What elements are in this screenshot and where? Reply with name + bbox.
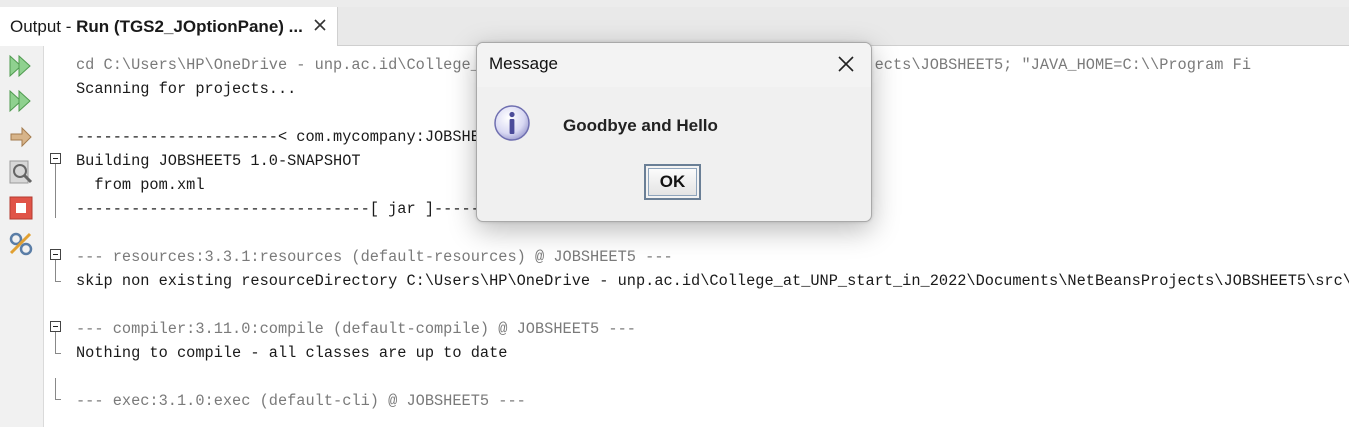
dialog-title: Message [489, 54, 558, 73]
ok-button[interactable]: OK [644, 164, 701, 200]
fold-guide-end [55, 353, 61, 354]
fold-guide [55, 378, 56, 399]
console-line: from pom.xml [76, 176, 205, 194]
console-line: --- resources:3.3.1:resources (default-r… [76, 248, 673, 266]
ok-button-label: OK [648, 168, 697, 196]
close-tab-icon[interactable] [311, 16, 329, 34]
console-line: Building JOBSHEET5 1.0-SNAPSHOT [76, 152, 361, 170]
rerun-icon[interactable] [7, 52, 35, 80]
find-icon[interactable] [7, 158, 35, 186]
console-line: --- compiler:3.11.0:compile (default-com… [76, 320, 636, 338]
fold-guide [55, 164, 56, 218]
output-tab-label: Output - Run (TGS2_JOptionPane) ... [10, 17, 303, 37]
information-icon [494, 105, 530, 141]
console-line: --- exec:3.1.0:exec (default-cli) @ JOBS… [76, 392, 526, 410]
stop-icon[interactable] [7, 194, 35, 222]
output-tab[interactable]: Output - Run (TGS2_JOptionPane) ... [0, 7, 338, 46]
fold-guide [55, 332, 56, 354]
output-tab-prefix: Output - [10, 16, 77, 36]
fold-guide-end [55, 281, 61, 282]
fold-toggle-resources[interactable] [50, 249, 61, 260]
settings-icon[interactable] [7, 230, 35, 258]
window-top-strip [0, 0, 1349, 7]
rerun-with-options-icon[interactable] [7, 87, 35, 115]
console-line: Nothing to compile - all classes are up … [76, 344, 508, 362]
output-tab-bar: Output - Run (TGS2_JOptionPane) ... [0, 7, 1349, 46]
console-line: Scanning for projects... [76, 80, 297, 98]
step-forward-icon[interactable] [7, 123, 35, 151]
console-line: skip non existing resourceDirectory C:\U… [76, 272, 1349, 290]
fold-guide-end [55, 399, 61, 400]
dialog-message: Goodbye and Hello [563, 116, 718, 135]
fold-toggle-build[interactable] [50, 153, 61, 164]
message-dialog: Message Goodbye and Hello OK [476, 42, 872, 222]
close-icon[interactable] [835, 53, 857, 75]
fold-toggle-compiler[interactable] [50, 321, 61, 332]
dialog-title-bar[interactable]: Message [477, 43, 871, 87]
output-toolbar [0, 46, 44, 427]
fold-guide [55, 260, 56, 282]
output-tab-title: Run (TGS2_JOptionPane) ... [76, 16, 303, 36]
